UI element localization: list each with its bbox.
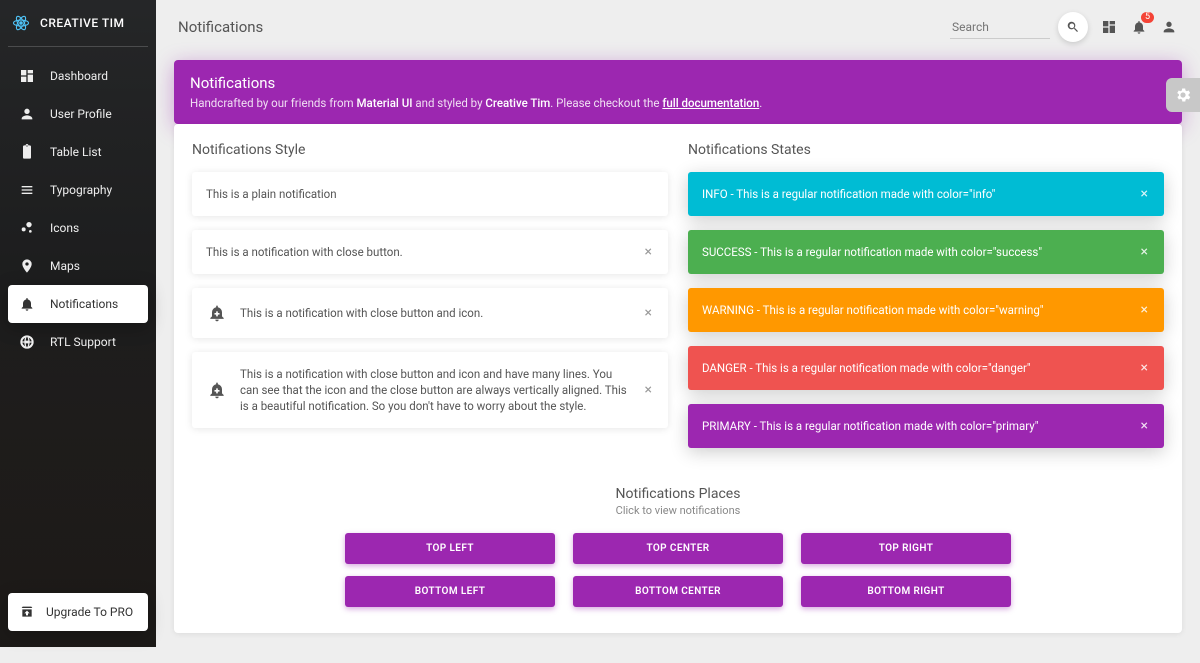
sidebar-item-label: Notifications [50,297,118,311]
sidebar-item-icons[interactable]: Icons [8,209,148,247]
person-icon [18,105,36,123]
notification-message: This is a notification with close button… [206,244,631,260]
notification-message: This is a plain notification [206,186,654,202]
place-button-bottom-center[interactable]: BOTTOM CENTER [573,576,783,607]
dashboard-icon [18,67,36,85]
sidebar: CREATIVE TIM Dashboard User Profile Table … [0,0,156,647]
notification-message: WARNING - This is a regular notification… [702,302,1127,318]
notification-message: PRIMARY - This is a regular notification… [702,418,1127,434]
location-icon [18,257,36,275]
state-notification-info: INFO - This is a regular notification ma… [688,172,1164,216]
search-wrap [950,12,1088,42]
place-button-top-right[interactable]: TOP RIGHT [801,533,1011,564]
brand-name: CREATIVE TIM [40,16,125,30]
search-input[interactable] [950,16,1050,39]
places-section: Notifications Places Click to view notif… [192,486,1164,607]
style-notification: This is a notification with close button… [192,288,668,338]
place-button-bottom-right[interactable]: BOTTOM RIGHT [801,576,1011,607]
style-notification: This is a notification with close button… [192,230,668,274]
place-button-top-center[interactable]: TOP CENTER [573,533,783,564]
sidebar-item-maps[interactable]: Maps [8,247,148,285]
close-icon[interactable]: × [643,383,654,397]
sidebar-item-user-profile[interactable]: User Profile [8,95,148,133]
close-icon[interactable]: × [643,306,654,320]
settings-fab[interactable] [1166,78,1200,112]
header-card-subtitle: Handcrafted by our friends from Material… [190,96,1166,110]
topbar: Notifications 5 [156,0,1200,50]
state-notification-success: SUCCESS - This is a regular notification… [688,230,1164,274]
close-icon[interactable]: × [1139,187,1150,201]
main-content: Notifications Handcrafted by our friends… [156,50,1200,663]
dashboard-shortcut-icon[interactable] [1100,18,1118,36]
sidebar-item-label: Typography [50,183,112,197]
sidebar-item-label: User Profile [50,107,112,121]
brand-logo-icon [12,14,30,32]
search-icon [1066,20,1080,34]
bell-icon [18,295,36,313]
add-alert-icon [206,302,228,324]
clipboard-icon [18,143,36,161]
close-icon[interactable]: × [1139,303,1150,317]
sidebar-item-label: Icons [50,221,79,235]
sidebar-item-table-list[interactable]: Table List [8,133,148,171]
style-heading: Notifications Style [192,142,668,158]
upgrade-button[interactable]: Upgrade To PRO [8,593,148,631]
place-button-top-left[interactable]: TOP LEFT [345,533,555,564]
sidebar-item-label: RTL Support [50,335,116,349]
page-header-card: Notifications Handcrafted by our friends… [174,60,1182,124]
gear-icon [1174,86,1192,104]
close-icon[interactable]: × [1139,245,1150,259]
notifications-badge: 5 [1141,12,1154,23]
places-heading: Notifications Places [192,486,1164,502]
notification-message: SUCCESS - This is a regular notification… [702,244,1127,260]
unarchive-icon [18,603,36,621]
header-card-title: Notifications [190,74,1166,92]
topbar-right: 5 [950,12,1178,42]
style-column: Notifications Style This is a plain noti… [192,142,668,462]
search-button[interactable] [1058,12,1088,42]
states-heading: Notifications States [688,142,1164,158]
brand[interactable]: CREATIVE TIM [8,0,148,47]
sidebar-item-rtl-support[interactable]: RTL Support [8,323,148,361]
state-notification-warning: WARNING - This is a regular notification… [688,288,1164,332]
places-subtitle: Click to view notifications [192,504,1164,517]
style-notification: This is a plain notification [192,172,668,216]
upgrade-label: Upgrade To PRO [46,605,133,619]
notifications-card: Notifications Style This is a plain noti… [174,124,1182,633]
places-button-grid: TOP LEFT TOP CENTER TOP RIGHT BOTTOM LEFT BO… [192,533,1164,607]
sidebar-nav: Dashboard User Profile Table List Typograph… [8,57,148,593]
account-icon[interactable] [1160,18,1178,36]
page-title: Notifications [178,18,263,36]
state-notification-danger: DANGER - This is a regular notification … [688,346,1164,390]
library-icon [18,181,36,199]
close-icon[interactable]: × [1139,361,1150,375]
place-button-bottom-left[interactable]: BOTTOM LEFT [345,576,555,607]
notification-message: DANGER - This is a regular notification … [702,360,1127,376]
sidebar-item-notifications[interactable]: Notifications [8,285,148,323]
sidebar-item-label: Maps [50,259,80,273]
notification-message: INFO - This is a regular notification ma… [702,186,1127,202]
style-notification: This is a notification with close button… [192,352,668,428]
full-documentation-link[interactable]: full documentation [662,96,759,110]
sidebar-item-label: Table List [50,145,102,159]
sidebar-item-typography[interactable]: Typography [8,171,148,209]
bubble-icon [18,219,36,237]
sidebar-item-label: Dashboard [50,69,108,83]
notification-message: This is a notification with close button… [240,366,631,414]
states-column: Notifications States INFO - This is a re… [688,142,1164,462]
state-notification-primary: PRIMARY - This is a regular notification… [688,404,1164,448]
language-icon [18,333,36,351]
notifications-shortcut[interactable]: 5 [1130,18,1148,36]
close-icon[interactable]: × [643,245,654,259]
notification-message: This is a notification with close button… [240,305,631,321]
add-alert-icon [206,379,228,401]
sidebar-item-dashboard[interactable]: Dashboard [8,57,148,95]
close-icon[interactable]: × [1139,419,1150,433]
